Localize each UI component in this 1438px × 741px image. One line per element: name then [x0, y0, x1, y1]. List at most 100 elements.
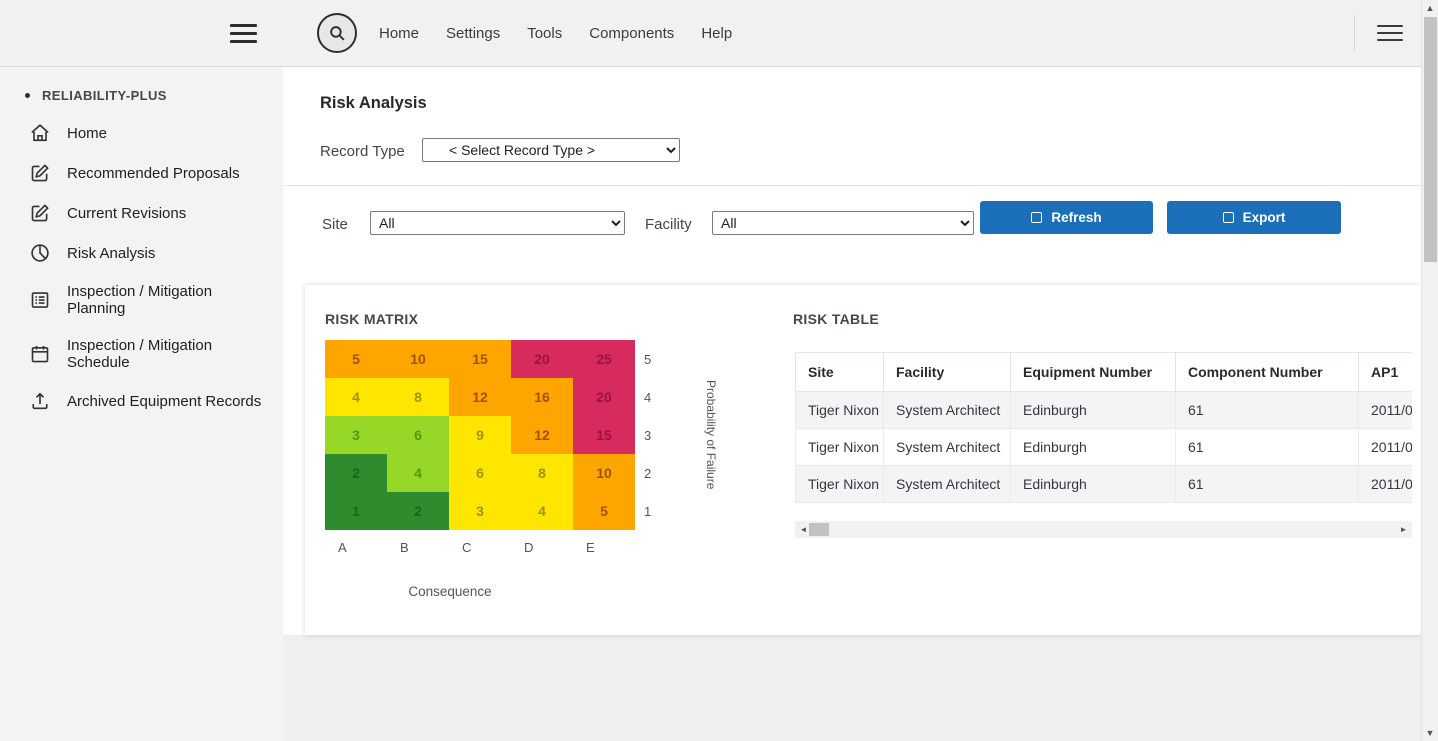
- home-icon: [30, 123, 50, 143]
- sidebar-toggle-icon[interactable]: [230, 24, 257, 43]
- scroll-right-arrow-icon[interactable]: ►: [1395, 521, 1412, 538]
- pencil-square-icon: [30, 163, 50, 183]
- risk-card: RISK MATRIX 5101520254812162036912152468…: [305, 285, 1421, 635]
- nav-item-help[interactable]: Help: [701, 25, 732, 42]
- refresh-button[interactable]: Refresh: [980, 201, 1153, 234]
- card-list-icon: [30, 290, 50, 310]
- record-type-select[interactable]: < Select Record Type >: [422, 138, 680, 162]
- matrix-row-labels: 54321: [644, 340, 651, 530]
- table-horizontal-scrollbar[interactable]: ◄ ►: [795, 521, 1412, 538]
- brand-bullet-icon: [25, 93, 30, 98]
- scroll-up-arrow-icon[interactable]: ▲: [1422, 3, 1438, 13]
- top-header: Home Settings Tools Components Help: [0, 0, 1421, 67]
- matrix-col-labels: ABCDE: [325, 540, 635, 555]
- matrix-col-label: A: [325, 540, 387, 555]
- sidebar-item-label: Inspection / Mitigation Planning: [67, 283, 273, 317]
- sidebar-item-label: Recommended Proposals: [67, 165, 240, 182]
- vertical-scroll-thumb[interactable]: [1424, 17, 1437, 262]
- sidebar-item-recommended-proposals[interactable]: Recommended Proposals: [0, 153, 283, 193]
- search-button[interactable]: [317, 13, 357, 53]
- page-title: Risk Analysis: [320, 94, 427, 113]
- risk-table: SiteFacilityEquipment NumberComponent Nu…: [795, 352, 1412, 503]
- sidebar-item-current-revisions[interactable]: Current Revisions: [0, 193, 283, 233]
- table-cell: 61: [1176, 429, 1359, 466]
- matrix-y-axis-label: Probability of Failure: [701, 340, 721, 530]
- table-cell: 2011/04/: [1359, 466, 1413, 503]
- matrix-cell: 2: [387, 492, 449, 530]
- section-divider: [283, 185, 1421, 186]
- matrix-cell: 5: [573, 492, 635, 530]
- right-menu-icon[interactable]: [1377, 25, 1403, 41]
- matrix-cell: 25: [573, 340, 635, 378]
- table-cell: Edinburgh: [1011, 392, 1176, 429]
- table-cell: Edinburgh: [1011, 466, 1176, 503]
- site-label: Site: [322, 216, 348, 233]
- nav-item-home[interactable]: Home: [379, 25, 419, 42]
- table-cell: System Architect: [884, 466, 1011, 503]
- matrix-cell: 8: [387, 378, 449, 416]
- matrix-cell: 12: [449, 378, 511, 416]
- matrix-cell: 1: [325, 492, 387, 530]
- matrix-cell: 20: [511, 340, 573, 378]
- page-vertical-scrollbar[interactable]: ▲ ▼: [1421, 0, 1438, 741]
- column-header-equipment-number: Equipment Number: [1011, 353, 1176, 392]
- record-type-label: Record Type: [320, 143, 405, 160]
- nav-item-settings[interactable]: Settings: [446, 25, 500, 42]
- sidebar-item-label: Current Revisions: [67, 205, 186, 222]
- matrix-cell: 6: [387, 416, 449, 454]
- export-icon: [1223, 212, 1234, 223]
- sidebar: RELIABILITY-PLUS Home Recommended Proposa…: [0, 67, 283, 741]
- nav-item-tools[interactable]: Tools: [527, 25, 562, 42]
- table-cell: Tiger Nixon: [796, 429, 884, 466]
- table-row: Tiger NixonSystem ArchitectEdinburgh6120…: [796, 392, 1413, 429]
- matrix-cell: 4: [387, 454, 449, 492]
- sidebar-item-risk-analysis[interactable]: Risk Analysis: [0, 233, 283, 273]
- matrix-cell: 4: [511, 492, 573, 530]
- matrix-cell: 4: [325, 378, 387, 416]
- refresh-button-label: Refresh: [1051, 210, 1101, 225]
- column-header-component-number: Component Number: [1176, 353, 1359, 392]
- table-row: Tiger NixonSystem ArchitectEdinburgh6120…: [796, 466, 1413, 503]
- refresh-icon: [1031, 212, 1042, 223]
- matrix-col-label: C: [449, 540, 511, 555]
- risk-table-title: RISK TABLE: [793, 311, 879, 327]
- sidebar-item-label: Risk Analysis: [67, 245, 155, 262]
- search-icon: [329, 25, 346, 42]
- matrix-cell: 5: [325, 340, 387, 378]
- matrix-row-label: 4: [644, 378, 651, 416]
- risk-matrix-title: RISK MATRIX: [325, 311, 418, 327]
- facility-select[interactable]: All: [712, 211, 974, 235]
- sidebar-item-archived-equipment-records[interactable]: Archived Equipment Records: [0, 381, 283, 421]
- matrix-cell: 3: [325, 416, 387, 454]
- matrix-cell: 15: [449, 340, 511, 378]
- table-cell: Tiger Nixon: [796, 466, 884, 503]
- facility-label: Facility: [645, 216, 692, 233]
- brand-label: RELIABILITY-PLUS: [42, 88, 167, 103]
- scroll-down-arrow-icon[interactable]: ▼: [1422, 728, 1438, 738]
- table-cell: 61: [1176, 466, 1359, 503]
- matrix-cell: 9: [449, 416, 511, 454]
- matrix-col-label: D: [511, 540, 573, 555]
- matrix-row-label: 2: [644, 454, 651, 492]
- export-button[interactable]: Export: [1167, 201, 1341, 234]
- matrix-row-label: 3: [644, 416, 651, 454]
- nav-item-components[interactable]: Components: [589, 25, 674, 42]
- calendar-icon: [30, 344, 50, 364]
- export-button-label: Export: [1243, 210, 1286, 225]
- sidebar-item-inspection-mitigation-schedule[interactable]: Inspection / Mitigation Schedule: [0, 327, 283, 381]
- table-cell: System Architect: [884, 392, 1011, 429]
- horizontal-scroll-thumb[interactable]: [809, 523, 829, 536]
- matrix-cell: 8: [511, 454, 573, 492]
- matrix-cell: 6: [449, 454, 511, 492]
- sidebar-item-inspection-mitigation-planning[interactable]: Inspection / Mitigation Planning: [0, 273, 283, 327]
- site-select[interactable]: All: [370, 211, 625, 235]
- table-cell: 2011/04/: [1359, 429, 1413, 466]
- content-sheet: Risk Analysis Record Type < Select Recor…: [283, 67, 1421, 635]
- matrix-cell: 2: [325, 454, 387, 492]
- matrix-col-label: E: [573, 540, 635, 555]
- matrix-col-label: B: [387, 540, 449, 555]
- sidebar-item-label: Archived Equipment Records: [67, 393, 261, 410]
- risk-matrix: 51015202548121620369121524681012345: [325, 340, 635, 530]
- matrix-cell: 10: [573, 454, 635, 492]
- sidebar-item-home[interactable]: Home: [0, 113, 283, 153]
